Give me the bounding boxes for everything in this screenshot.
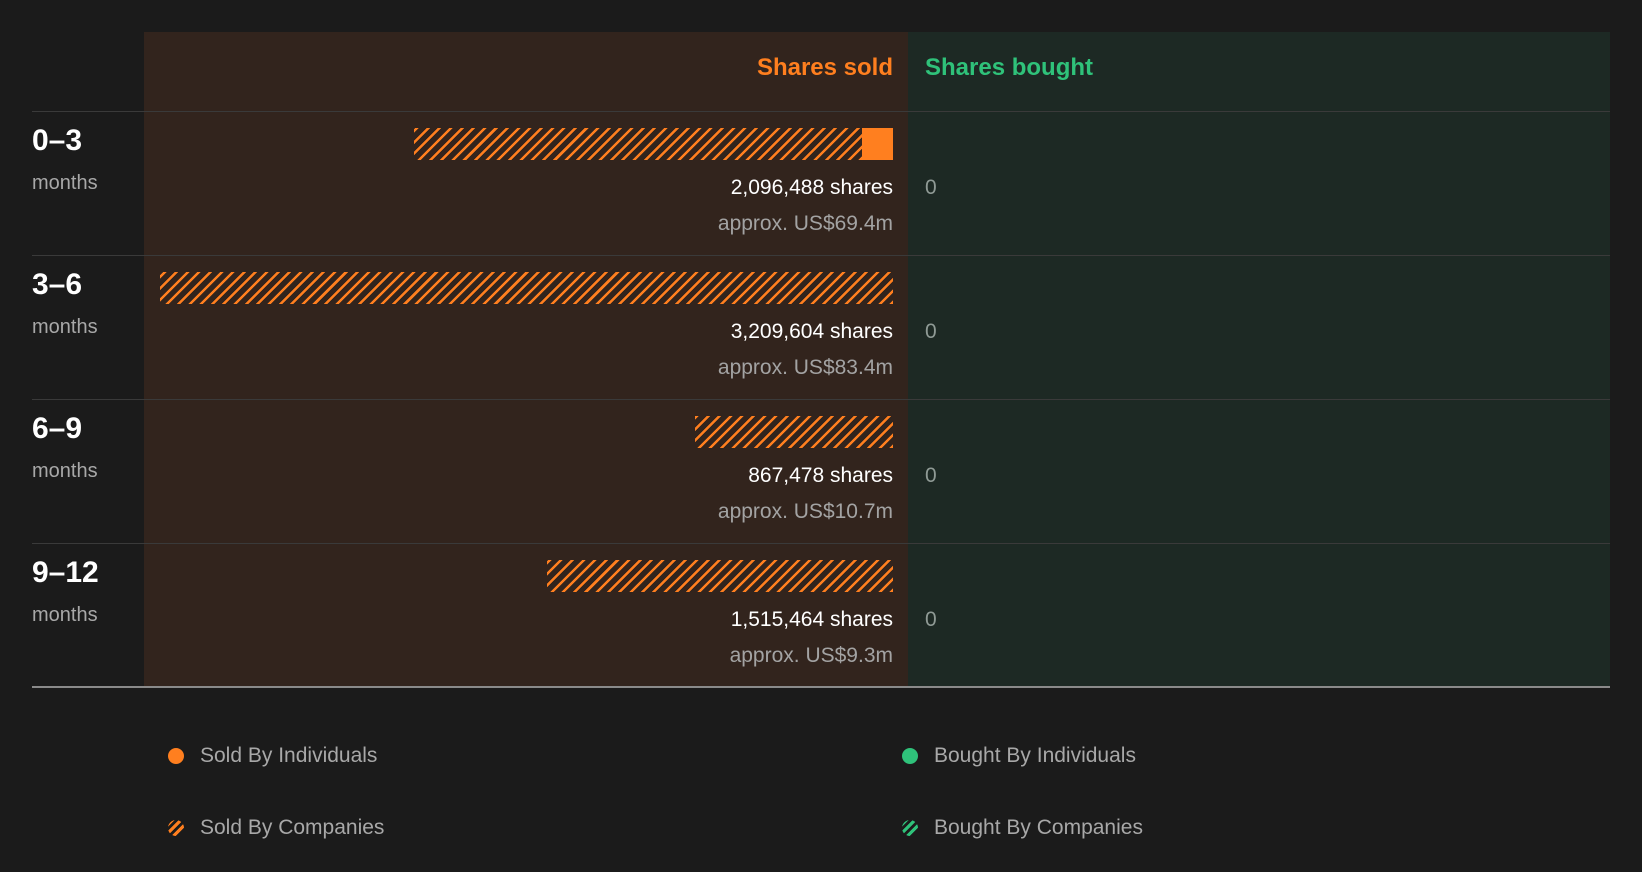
orange-dot-icon [168, 748, 184, 764]
approx-value: approx. US$10.7m [717, 500, 893, 523]
green-hatched-dot-icon [902, 820, 918, 836]
orange-hatched-dot-icon [168, 820, 184, 836]
period-label: 3–6 [32, 268, 83, 301]
shares-bought-value: 0 [925, 608, 937, 631]
shares-sold-value: 1,515,464 shares [730, 608, 893, 631]
shares-bought-header: Shares bought [925, 54, 1094, 81]
period-unit-label: months [32, 604, 98, 626]
shares-sold-value: 867,478 shares [748, 464, 893, 487]
insider-trading-chart: Shares sold Shares bought 0–3 months 2,096… [0, 0, 1642, 872]
legend-label: Sold By Individuals [200, 744, 378, 767]
period-row: 9–12 months 1,515,464 shares approx. US$9.3… [0, 544, 1642, 688]
period-unit-label: months [32, 460, 98, 482]
period-unit-label: months [32, 316, 98, 338]
sold-by-companies-bar [160, 272, 893, 304]
green-dot-icon [902, 748, 918, 764]
chart-baseline [32, 686, 1610, 688]
sold-by-companies-bar [547, 560, 893, 592]
period-label: 9–12 [32, 556, 99, 589]
sold-by-individuals-bar [862, 128, 893, 160]
legend-bought-by-companies: Bought By Companies [902, 816, 1143, 840]
shares-sold-value: 3,209,604 shares [730, 320, 893, 343]
approx-value: approx. US$69.4m [717, 212, 893, 235]
legend-sold-by-companies: Sold By Companies [168, 816, 384, 840]
legend-label: Bought By Companies [934, 816, 1143, 839]
period-row: 6–9 months 867,478 shares approx. US$10.7m 0 [0, 400, 1642, 544]
legend-label: Bought By Individuals [934, 744, 1136, 767]
period-row: 3–6 months 3,209,604 shares approx. US$83.4… [0, 256, 1642, 400]
shares-bought-value: 0 [925, 464, 937, 487]
sold-by-companies-bar [695, 416, 893, 448]
period-label: 6–9 [32, 412, 83, 445]
period-row: 0–3 months 2,096,488 shares approx. US$69.4… [0, 112, 1642, 256]
shares-bought-value: 0 [925, 320, 937, 343]
approx-value: approx. US$83.4m [717, 356, 893, 379]
sold-by-companies-bar [414, 128, 862, 160]
legend-label: Sold By Companies [200, 816, 385, 839]
legend-bought-by-individuals: Bought By Individuals [902, 744, 1136, 768]
period-unit-label: months [32, 172, 98, 194]
legend-sold-by-individuals: Sold By Individuals [168, 744, 377, 768]
shares-sold-value: 2,096,488 shares [730, 176, 893, 199]
period-label: 0–3 [32, 124, 83, 157]
shares-sold-header: Shares sold [756, 54, 893, 81]
approx-value: approx. US$9.3m [729, 644, 893, 667]
shares-bought-value: 0 [925, 176, 937, 199]
